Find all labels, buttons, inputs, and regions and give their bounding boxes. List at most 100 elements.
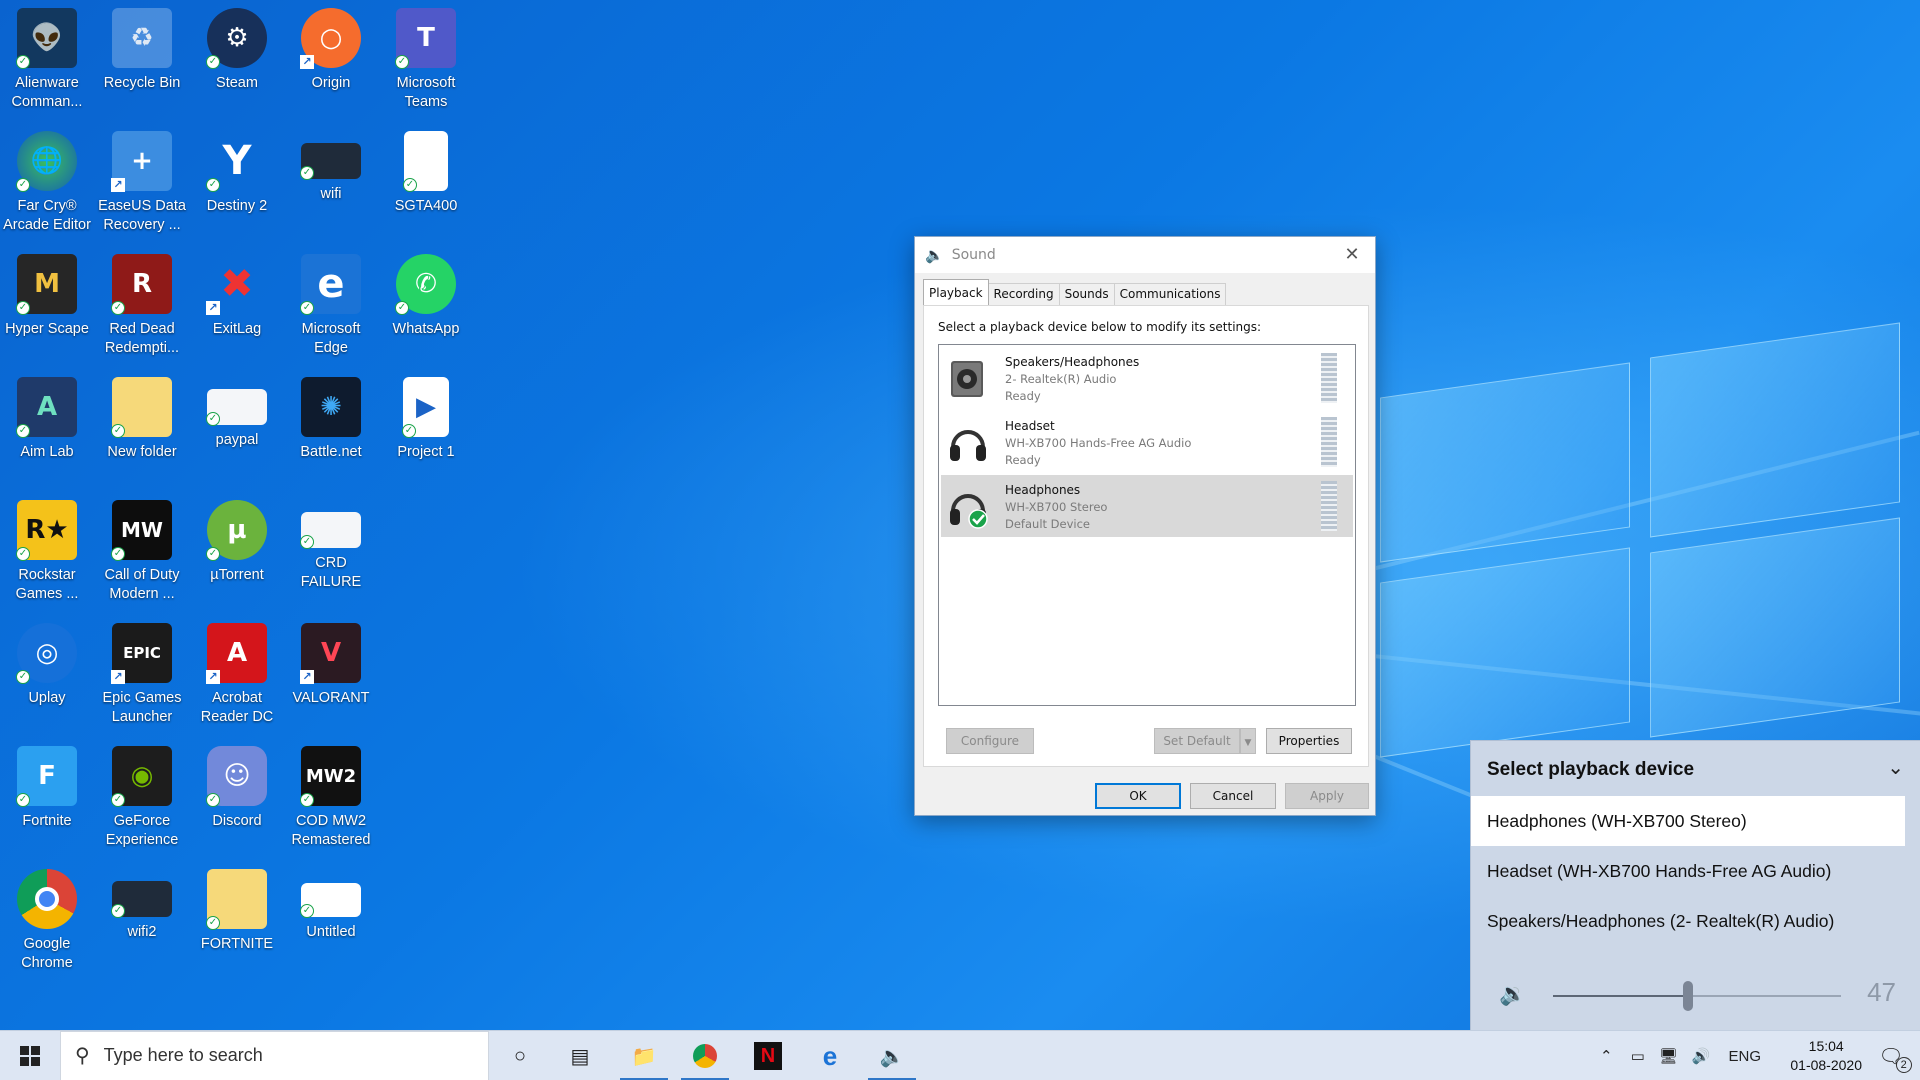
desktop-icon-acrobat[interactable]: A ↗ Acrobat Reader DC — [192, 619, 282, 737]
mw2-icon: MW2 ✓ — [300, 746, 361, 807]
desktop-icon-wifi[interactable]: ✓ wifi — [286, 127, 376, 245]
desktop-icon-exitlag[interactable]: ✖ ↗ ExitLag — [192, 250, 282, 368]
properties-button[interactable]: Properties — [1266, 728, 1352, 754]
desktop-icon-aim-lab[interactable]: A ✓ Aim Lab — [2, 373, 92, 491]
clock[interactable]: 15:04 01-08-2020 — [1790, 1037, 1862, 1075]
desktop-icon-untitled[interactable]: ✓ Untitled — [286, 865, 376, 983]
tab-communications[interactable]: Communications — [1113, 283, 1227, 305]
desktop-icon-new-folder[interactable]: ✓ New folder — [97, 373, 187, 491]
desktop-icon-valorant[interactable]: V ↗ VALORANT — [286, 619, 376, 737]
device-headphones[interactable]: Headphones WH-XB700 Stereo Default Devic… — [941, 475, 1353, 537]
desktop-icon-utorrent[interactable]: µ ✓ µTorrent — [192, 496, 282, 614]
desktop-icon-teams[interactable]: T ✓ Microsoft Teams — [381, 4, 471, 122]
desktop-icon-alienware[interactable]: 👽 ✓ Alienware Comman... — [2, 4, 92, 122]
action-center-button[interactable]: 🗨 2 — [1866, 1031, 1916, 1080]
desktop-icon-whatsapp[interactable]: ✆ ✓ WhatsApp — [381, 250, 471, 368]
set-default-dropdown[interactable]: ▼ — [1240, 728, 1256, 754]
desktop-icon-red-dead[interactable]: R ✓ Red Dead Redempti... — [97, 250, 187, 368]
volume-icon[interactable]: 🔉 — [1499, 981, 1526, 1007]
alienware-icon: 👽 ✓ — [16, 8, 77, 69]
desktop-icon-crd-failure[interactable]: ✓ CRD FAILURE — [286, 496, 376, 614]
desktop-icon-sgta400[interactable]: ✓ SGTA400 — [381, 127, 471, 245]
task-view-button[interactable]: ▤ — [552, 1031, 608, 1080]
desktop-icon-fortnite-folder[interactable]: ✓ FORTNITE — [192, 865, 282, 983]
desktop-icon-discord[interactable]: ☺ ✓ Discord — [192, 742, 282, 860]
file-explorer-button[interactable]: 📁 — [616, 1031, 672, 1080]
volume-thumb[interactable] — [1683, 981, 1694, 1011]
desktop-icon-far-cry[interactable]: 🌐 ✓ Far Cry® Arcade Editor — [2, 127, 92, 245]
desktop-icon-label: VALORANT — [292, 690, 370, 706]
folder-icon: ✓ — [111, 377, 172, 438]
battle-net-icon: ✺ — [301, 377, 361, 437]
device-status: Ready — [1005, 389, 1041, 403]
desktop-icon-easeus[interactable]: + ↗ EaseUS Data Recovery ... — [97, 127, 187, 245]
desktop-icon-project-1[interactable]: ▶ ✓ Project 1 — [381, 373, 471, 491]
apply-button[interactable]: Apply — [1285, 783, 1369, 809]
desktop-icon-wifi2[interactable]: ✓ wifi2 — [97, 865, 187, 983]
volume-tray-icon[interactable]: 🔊 — [1692, 1047, 1711, 1065]
language-indicator[interactable]: ENG — [1729, 1048, 1762, 1065]
netflix-button[interactable]: N — [740, 1031, 796, 1080]
desktop-icon-label: Acrobat Reader DC — [200, 690, 274, 725]
desktop-icon-google-chrome[interactable]: Google Chrome — [2, 865, 92, 983]
tab-sounds[interactable]: Sounds — [1058, 283, 1115, 305]
battery-icon[interactable]: ▭ — [1631, 1047, 1645, 1065]
flyout-device-speakers[interactable]: Speakers/Headphones (2- Realtek(R) Audio… — [1471, 896, 1905, 946]
ok-button[interactable]: OK — [1095, 783, 1181, 809]
desktop-icon-fortnite[interactable]: F ✓ Fortnite — [2, 742, 92, 860]
desktop-icon-geforce[interactable]: ◉ ✓ GeForce Experience — [97, 742, 187, 860]
screenshot-thumbnail-icon: ✓ — [111, 881, 172, 918]
desktop-icon-origin[interactable]: ○ ↗ Origin — [286, 4, 376, 122]
sound-taskbar-button[interactable]: 🔈 — [864, 1031, 920, 1080]
desktop-icon-destiny-2[interactable]: Y ✓ Destiny 2 — [192, 127, 282, 245]
desktop-icon-rockstar[interactable]: R★ ✓ Rockstar Games ... — [2, 496, 92, 614]
tab-recording[interactable]: Recording — [987, 283, 1060, 305]
notification-count: 2 — [1895, 1056, 1912, 1073]
level-meter — [1321, 353, 1337, 403]
desktop-icon-label: Fortnite — [22, 813, 72, 829]
desktop-icon-edge[interactable]: e ✓ Microsoft Edge — [286, 250, 376, 368]
edge-taskbar-button[interactable]: e — [802, 1031, 858, 1080]
device-speakers-headphones[interactable]: Speakers/Headphones 2- Realtek(R) Audio … — [941, 347, 1353, 409]
desktop-icon-recycle-bin[interactable]: ♻ Recycle Bin — [97, 4, 187, 122]
start-button[interactable] — [0, 1031, 60, 1080]
speaker-icon: 🔈 — [925, 246, 944, 264]
cortana-button[interactable]: ○ — [492, 1031, 548, 1080]
desktop-icon-call-of-duty[interactable]: MW ✓ Call of Duty Modern ... — [97, 496, 187, 614]
desktop-icon-epic-games[interactable]: EPIC ↗ Epic Games Launcher — [97, 619, 187, 737]
device-status: Default Device — [1005, 517, 1091, 531]
cancel-button[interactable]: Cancel — [1190, 783, 1276, 809]
network-icon[interactable]: 🖥 — [1659, 1047, 1678, 1065]
chevron-up-icon[interactable]: ⌃ — [1600, 1047, 1613, 1065]
collapse-button[interactable]: ⌄ — [1887, 755, 1904, 780]
clock-time: 15:04 — [1808, 1038, 1844, 1054]
task-view-icon: ▤ — [570, 1045, 590, 1068]
device-name: Headphones — [1005, 483, 1081, 497]
device-headset[interactable]: Headset WH-XB700 Hands-Free AG Audio Rea… — [941, 411, 1353, 473]
volume-slider[interactable] — [1553, 981, 1841, 1011]
hyper-scape-icon: M ✓ — [16, 254, 77, 315]
close-button[interactable]: ✕ — [1339, 243, 1365, 267]
flyout-device-headphones[interactable]: Headphones (WH-XB700 Stereo) — [1471, 796, 1905, 846]
recycle-bin-icon: ♻ — [112, 8, 172, 68]
utorrent-icon: µ ✓ — [206, 500, 267, 561]
video-file-icon: ▶ ✓ — [402, 377, 449, 438]
discord-icon: ☺ ✓ — [206, 746, 267, 807]
instruction-text: Select a playback device below to modify… — [938, 320, 1262, 334]
desktop-icon-steam[interactable]: ⚙ ✓ Steam — [192, 4, 282, 122]
desktop-icon-hyper-scape[interactable]: M ✓ Hyper Scape — [2, 250, 92, 368]
chrome-taskbar-button[interactable] — [677, 1031, 733, 1080]
level-meter — [1321, 481, 1337, 531]
desktop-icon-battle-net[interactable]: ✺ Battle.net — [286, 373, 376, 491]
desktop-icon-paypal[interactable]: ✓ paypal — [192, 373, 282, 491]
dialog-titlebar[interactable]: 🔈 Sound — [915, 237, 1375, 273]
flyout-device-headset[interactable]: Headset (WH-XB700 Hands-Free AG Audio) — [1471, 846, 1905, 896]
desktop-icon-uplay[interactable]: ◎ ✓ Uplay — [2, 619, 92, 737]
search-box[interactable]: ⚲ Type here to search — [60, 1030, 489, 1080]
desktop-icon-label: Origin — [311, 75, 351, 91]
tab-playback[interactable]: Playback — [923, 279, 989, 305]
desktop-icon-cod-mw2[interactable]: MW2 ✓ COD MW2 Remastered — [286, 742, 376, 860]
desktop-icon-label: µTorrent — [210, 567, 264, 583]
configure-button[interactable]: Configure — [946, 728, 1034, 754]
set-default-button[interactable]: Set Default — [1154, 728, 1240, 754]
